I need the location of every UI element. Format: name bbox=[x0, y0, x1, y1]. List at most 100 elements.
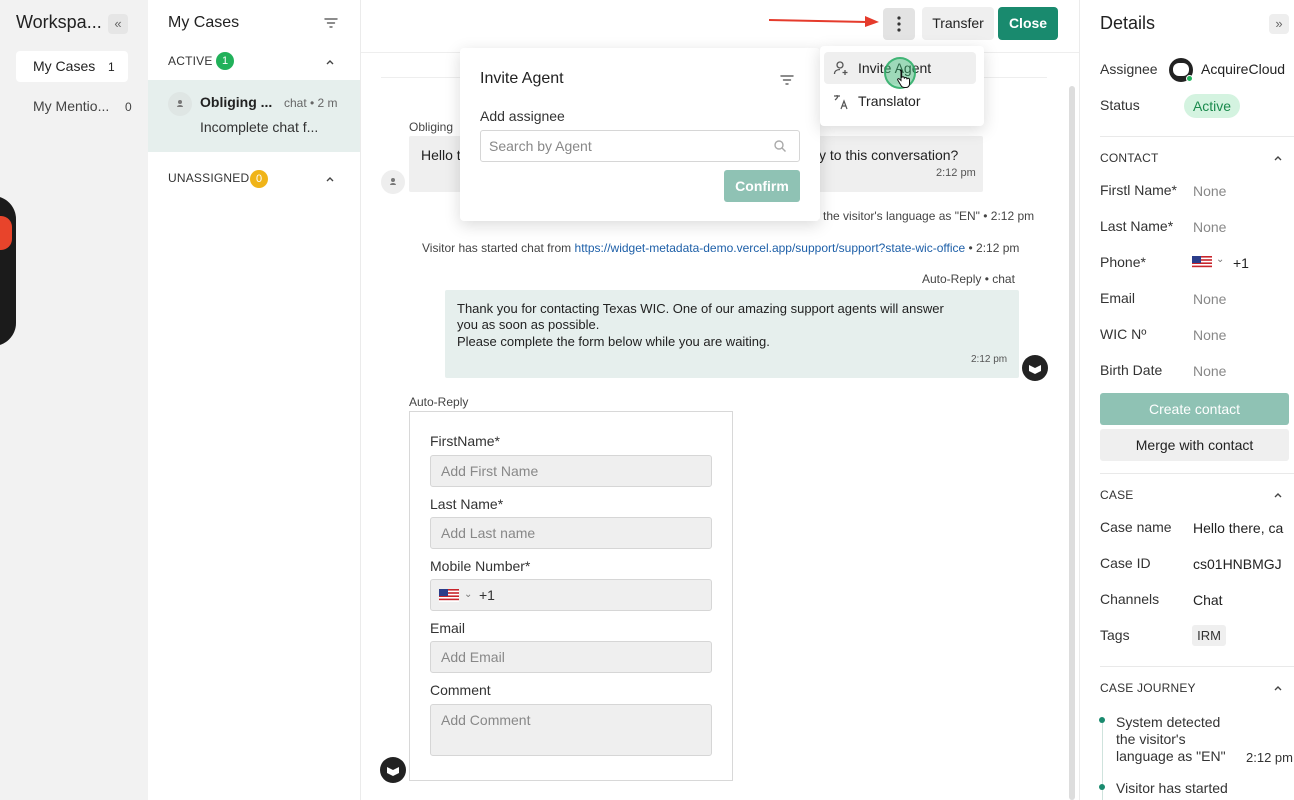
mobile-input[interactable]: ⌄ +1 bbox=[430, 579, 712, 611]
sidebar-item-count: 0 bbox=[125, 100, 132, 114]
started-from-link[interactable]: https://widget-metadata-demo.vercel.app/… bbox=[575, 241, 966, 255]
hand-cursor-icon bbox=[897, 70, 910, 88]
visitor-name-label: Obliging bbox=[409, 120, 454, 134]
chevron-up-icon[interactable] bbox=[324, 173, 336, 185]
unassigned-count-badge: 0 bbox=[250, 170, 268, 188]
person-icon bbox=[177, 100, 183, 107]
contact-form-card: FirstName* Add First Name Last Name* Add… bbox=[409, 411, 733, 781]
menu-item-translator[interactable]: Translator bbox=[824, 86, 976, 116]
journey-text: language as "EN" bbox=[1116, 748, 1226, 764]
launcher-indicator bbox=[0, 216, 12, 250]
merge-contact-button[interactable]: Merge with contact bbox=[1100, 429, 1289, 461]
form-autoreply-header: Auto-Reply bbox=[409, 395, 469, 409]
details-title: Details bbox=[1100, 13, 1156, 33]
case-item-name: Obliging ... bbox=[200, 94, 273, 110]
system-language-line: cted the visitor's language as "EN" • 2:… bbox=[797, 209, 1035, 223]
case-item-preview: Incomplete chat f... bbox=[200, 119, 319, 135]
contact-lastname-label: Last Name* bbox=[1100, 218, 1174, 234]
online-status-dot bbox=[1186, 75, 1193, 82]
mobile-prefix: +1 bbox=[479, 587, 495, 603]
us-flag-icon bbox=[439, 589, 459, 602]
status-badge: Active bbox=[1184, 94, 1240, 118]
chevron-up-icon[interactable] bbox=[1272, 152, 1284, 164]
visitor-message-end: y to this conversation? bbox=[819, 147, 959, 163]
journey-dot bbox=[1099, 717, 1105, 723]
more-options-button[interactable] bbox=[883, 8, 915, 40]
firstname-input[interactable]: Add First Name bbox=[430, 455, 712, 487]
comment-textarea[interactable]: Add Comment bbox=[430, 704, 712, 756]
sidebar-item-my-cases[interactable]: My Cases 1 bbox=[16, 51, 128, 82]
section-divider bbox=[1100, 666, 1294, 667]
filter-icon[interactable] bbox=[780, 73, 794, 87]
chevron-up-icon[interactable] bbox=[1272, 489, 1284, 501]
bot-logo-icon bbox=[387, 767, 399, 776]
system-started-suffix: • 2:12 pm bbox=[965, 241, 1020, 255]
chevron-down-icon[interactable]: ⌄ bbox=[1216, 254, 1224, 265]
case-list-item[interactable]: Obliging ... chat • 2 m Incomplete chat … bbox=[148, 80, 360, 152]
tags-label: Tags bbox=[1100, 627, 1130, 643]
case-id-label: Case ID bbox=[1100, 555, 1151, 571]
autoreply-header: Auto-Reply • chat bbox=[922, 272, 1015, 286]
case-id-value: cs01HNBMGJ bbox=[1193, 556, 1282, 572]
chat-scrollbar[interactable] bbox=[1069, 86, 1075, 800]
us-flag-icon[interactable] bbox=[1192, 256, 1212, 269]
avatar-face bbox=[1173, 63, 1189, 76]
lastname-label: Last Name* bbox=[430, 496, 504, 512]
details-panel: Details » Assignee AcquireCloud Status A… bbox=[1079, 0, 1294, 800]
autoreply-time: 2:12 pm bbox=[971, 354, 1008, 365]
lastname-input[interactable]: Add Last name bbox=[430, 517, 712, 549]
contact-firstname-label: Firstl Name* bbox=[1100, 182, 1178, 198]
contact-section-label: CONTACT bbox=[1100, 151, 1159, 165]
visitor-message-start: Hello t bbox=[421, 147, 461, 163]
system-started-line: Visitor has started chat from https://wi… bbox=[422, 241, 1019, 255]
contact-wic-label: WIC Nº bbox=[1100, 326, 1147, 342]
tag-chip[interactable]: IRM bbox=[1192, 625, 1226, 646]
transfer-button[interactable]: Transfer bbox=[922, 7, 994, 40]
menu-item-label: Translator bbox=[858, 93, 921, 109]
annotation-arrow-icon bbox=[769, 16, 879, 27]
visitor-avatar bbox=[381, 170, 405, 194]
chevron-up-icon[interactable] bbox=[1272, 682, 1284, 694]
invite-agent-popup: Invite Agent Add assignee Search by Agen… bbox=[460, 48, 820, 221]
contact-wic-value[interactable]: None bbox=[1193, 327, 1226, 343]
agent-search-input[interactable]: Search by Agent bbox=[480, 130, 800, 162]
contact-email-value[interactable]: None bbox=[1193, 291, 1226, 307]
email-input[interactable]: Add Email bbox=[430, 641, 712, 673]
contact-birthdate-label: Birth Date bbox=[1100, 362, 1163, 378]
case-name-value: Hello there, ca bbox=[1193, 520, 1284, 536]
case-item-meta: chat • 2 m bbox=[284, 96, 338, 110]
section-divider bbox=[1100, 473, 1294, 474]
bot-logo-icon bbox=[1029, 365, 1041, 374]
create-contact-button[interactable]: Create contact bbox=[1100, 393, 1289, 425]
contact-lastname-value[interactable]: None bbox=[1193, 219, 1226, 235]
journey-text: Visitor has started bbox=[1116, 780, 1228, 796]
sidebar-item-count: 1 bbox=[108, 60, 115, 74]
contact-birthdate-value[interactable]: None bbox=[1193, 363, 1226, 379]
collapse-sidebar-icon[interactable]: « bbox=[108, 14, 128, 34]
case-section-label: CASE bbox=[1100, 488, 1134, 502]
autoreply-line: Thank you for contacting Texas WIC. One … bbox=[457, 301, 944, 316]
add-assignee-label: Add assignee bbox=[480, 108, 565, 124]
confirm-button[interactable]: Confirm bbox=[724, 170, 800, 202]
active-count-badge: 1 bbox=[216, 52, 234, 70]
contact-phone-label: Phone* bbox=[1100, 254, 1146, 270]
translate-icon bbox=[834, 95, 848, 110]
filter-icon[interactable] bbox=[324, 16, 338, 30]
autoreply-line: Please complete the form below while you… bbox=[457, 334, 770, 349]
chevron-up-icon[interactable] bbox=[324, 56, 336, 68]
chevron-down-icon[interactable]: ⌄ bbox=[464, 580, 472, 610]
active-section-label: ACTIVE bbox=[168, 54, 213, 68]
close-case-button[interactable]: Close bbox=[998, 7, 1058, 40]
visitor-avatar bbox=[168, 92, 192, 116]
workspace-sidebar: Workspa... « My Cases 1 My Mentio... 0 bbox=[0, 0, 148, 800]
contact-phone-value[interactable]: +1 bbox=[1233, 255, 1249, 271]
case-list-panel: My Cases ACTIVE 1 Obliging ... chat • 2 … bbox=[148, 0, 361, 800]
sidebar-item-label: My Mentio... bbox=[33, 98, 110, 114]
journey-section-label: CASE JOURNEY bbox=[1100, 681, 1196, 695]
assignee-label: Assignee bbox=[1100, 61, 1158, 77]
vertical-dots-icon bbox=[897, 16, 901, 32]
floating-widget-launcher[interactable] bbox=[0, 196, 16, 346]
sidebar-item-label: My Cases bbox=[33, 58, 96, 74]
expand-panel-icon[interactable]: » bbox=[1269, 14, 1289, 34]
contact-firstname-value[interactable]: None bbox=[1193, 183, 1226, 199]
